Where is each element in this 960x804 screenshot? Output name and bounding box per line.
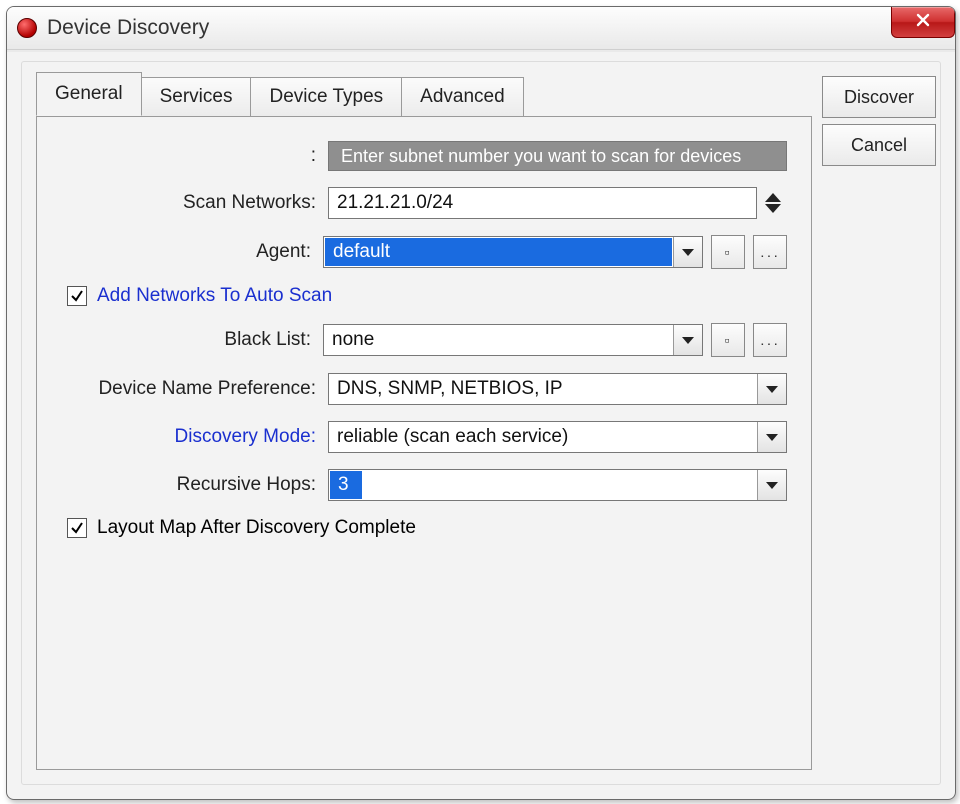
blacklist-clear-button[interactable]: ▫	[711, 323, 745, 357]
row-recursive-hops: Recursive Hops: 3	[61, 469, 787, 501]
label-recursive-hops: Recursive Hops:	[61, 474, 316, 496]
device-name-pref-combo[interactable]: DNS, SNMP, NETBIOS, IP	[328, 373, 787, 405]
scan-networks-input[interactable]	[328, 187, 757, 219]
row-auto-scan: Add Networks To Auto Scan	[61, 285, 787, 307]
chevron-down-icon	[766, 482, 778, 489]
discovery-mode-caret	[757, 422, 786, 452]
device-name-pref-caret	[757, 374, 786, 404]
chevron-down-icon	[682, 249, 694, 256]
label-device-name-pref: Device Name Preference:	[61, 378, 316, 400]
row-agent: Agent: default ▫ ․․․	[61, 235, 787, 269]
device-name-pref-value: DNS, SNMP, NETBIOS, IP	[329, 374, 757, 404]
close-icon	[915, 12, 931, 33]
tabs: General Services Device Types Advanced	[36, 76, 524, 116]
hint-colon: :	[61, 145, 316, 167]
recursive-hops-combo[interactable]: 3	[328, 469, 787, 501]
row-discovery-mode: Discovery Mode: reliable (scan each serv…	[61, 421, 787, 453]
blacklist-more-button[interactable]: ․․․	[753, 323, 787, 357]
auto-scan-checkbox[interactable]	[67, 286, 87, 306]
discover-button[interactable]: Discover	[822, 76, 936, 118]
label-blacklist: Black List:	[61, 329, 311, 351]
window-title: Device Discovery	[47, 16, 209, 40]
tab-advanced[interactable]: Advanced	[402, 77, 524, 117]
tab-device-types[interactable]: Device Types	[251, 77, 402, 117]
tab-panel-general: : Enter subnet number you want to scan f…	[36, 116, 812, 770]
layout-map-checkbox[interactable]	[67, 518, 87, 538]
discovery-mode-value: reliable (scan each service)	[329, 422, 757, 452]
agent-clear-button[interactable]: ▫	[711, 235, 745, 269]
discovery-mode-combo[interactable]: reliable (scan each service)	[328, 421, 787, 453]
agent-combo-value: default	[325, 238, 672, 266]
close-button[interactable]	[891, 7, 955, 38]
chevron-down-icon	[682, 337, 694, 344]
form: : Enter subnet number you want to scan f…	[61, 141, 787, 539]
recursive-hops-value: 3	[330, 471, 362, 499]
check-icon	[70, 521, 84, 535]
label-discovery-mode[interactable]: Discovery Mode:	[61, 426, 316, 448]
row-scan-networks: Scan Networks:	[61, 187, 787, 219]
tab-general[interactable]: General	[36, 72, 142, 116]
cancel-button[interactable]: Cancel	[822, 124, 936, 166]
scan-networks-spinner[interactable]	[765, 193, 787, 213]
dialog-window: Device Discovery General Services Device…	[6, 6, 956, 800]
check-icon	[70, 289, 84, 303]
auto-scan-label[interactable]: Add Networks To Auto Scan	[97, 285, 332, 307]
agent-more-button[interactable]: ․․․	[753, 235, 787, 269]
app-icon	[17, 18, 37, 38]
layout-map-label: Layout Map After Discovery Complete	[97, 517, 416, 539]
row-layout-map: Layout Map After Discovery Complete	[61, 517, 787, 539]
chevron-down-icon	[765, 204, 781, 213]
agent-combo[interactable]: default	[323, 236, 703, 268]
tab-services[interactable]: Services	[142, 77, 252, 117]
blacklist-combo-value: none	[324, 325, 673, 355]
chevron-down-icon	[766, 386, 778, 393]
side-buttons: Discover Cancel	[822, 76, 936, 166]
titlebar: Device Discovery	[7, 7, 955, 50]
label-scan-networks: Scan Networks:	[61, 192, 316, 214]
recursive-hops-caret	[757, 470, 786, 500]
blacklist-combo[interactable]: none	[323, 324, 703, 356]
label-agent: Agent:	[61, 241, 311, 263]
hint-banner: Enter subnet number you want to scan for…	[328, 141, 787, 171]
row-hint: : Enter subnet number you want to scan f…	[61, 141, 787, 171]
row-blacklist: Black List: none ▫ ․․․	[61, 323, 787, 357]
blacklist-combo-caret	[673, 325, 702, 355]
agent-combo-caret	[673, 237, 702, 267]
chevron-up-icon	[765, 193, 781, 202]
client-area: General Services Device Types Advanced D…	[21, 61, 941, 785]
row-device-name-pref: Device Name Preference: DNS, SNMP, NETBI…	[61, 373, 787, 405]
chevron-down-icon	[766, 434, 778, 441]
